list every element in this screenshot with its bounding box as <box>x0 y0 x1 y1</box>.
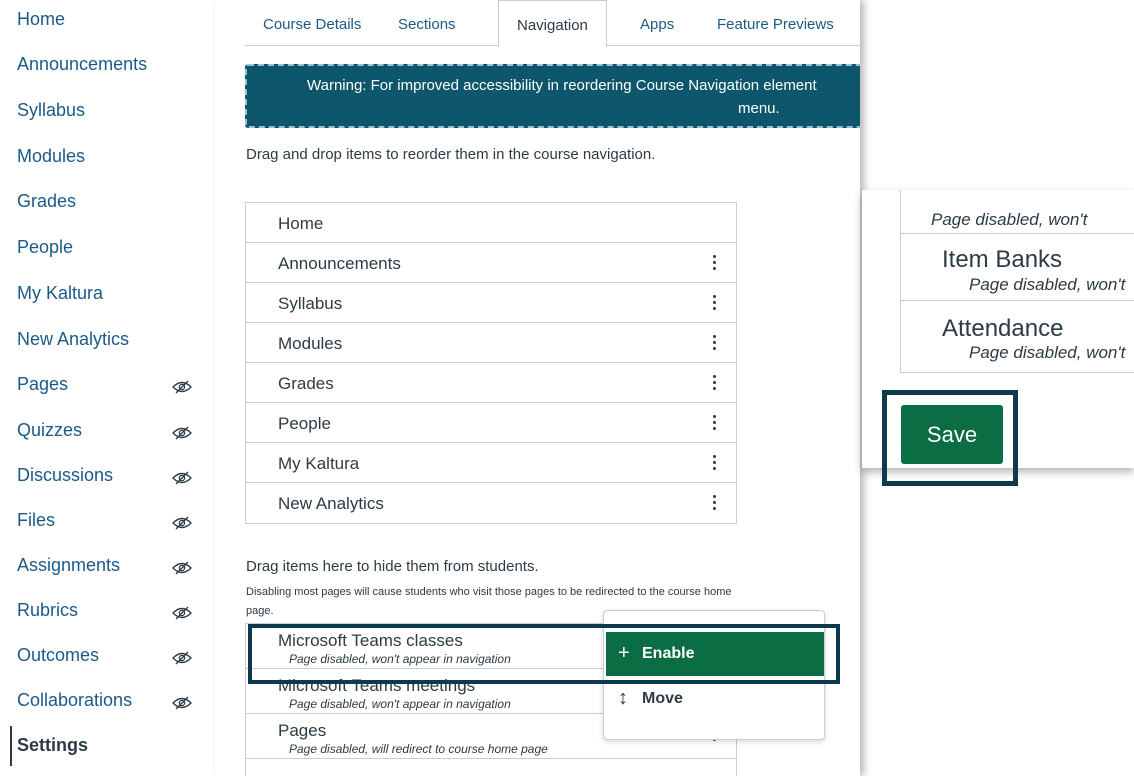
zoomed-row-status: Page disabled, won't <box>969 343 1126 362</box>
nav-item-row[interactable]: People <box>246 403 736 443</box>
nav-item-label: Announcements <box>278 254 401 273</box>
move-label: Move <box>642 690 683 707</box>
zoomed-row[interactable]: Attendance Page disabled, won't <box>900 301 1134 373</box>
course-nav-announcements[interactable]: Announcements <box>17 54 147 75</box>
course-nav-settings[interactable]: Settings <box>17 735 88 756</box>
course-nav-quizzes[interactable]: Quizzes <box>17 420 82 441</box>
eye-slash-icon <box>172 561 192 575</box>
eye-slash-icon <box>172 696 192 710</box>
eye-slash-icon <box>172 471 192 485</box>
course-nav-rubrics[interactable]: Rubrics <box>17 600 78 621</box>
nav-item-label: Modules <box>278 334 343 353</box>
kebab-menu-icon[interactable] <box>708 253 722 273</box>
course-nav-home[interactable]: Home <box>17 9 65 30</box>
kebab-menu-icon[interactable] <box>708 453 722 473</box>
course-nav-discussions[interactable]: Discussions <box>17 465 113 486</box>
tab-course-details[interactable]: Course Details <box>263 16 361 33</box>
nav-item-row[interactable]: Syllabus <box>246 283 736 323</box>
warning-text-line2: menu. <box>738 100 780 117</box>
warning-text-line1: Warning: For improved accessibility in r… <box>307 77 817 94</box>
hidden-item-status: Page disabled, won't appear in navigatio… <box>289 697 511 711</box>
enabled-nav-list: Home Announcements Syllabus Modules Grad… <box>245 202 737 524</box>
nav-item-label: People <box>278 414 331 433</box>
hidden-item-status: Page disabled, will redirect to course h… <box>289 742 548 756</box>
course-nav-new-analytics[interactable]: New Analytics <box>17 329 129 350</box>
course-nav-modules[interactable]: Modules <box>17 146 85 167</box>
course-navigation: Home Announcements Syllabus Modules Grad… <box>0 0 215 776</box>
eye-slash-icon <box>172 426 192 440</box>
nav-item-label: Grades <box>278 374 334 393</box>
course-nav-my-kaltura[interactable]: My Kaltura <box>17 283 103 304</box>
highlight-frame-enable <box>248 624 840 684</box>
nav-item-row[interactable]: Home <box>246 203 736 243</box>
reorder-instructions: Drag and drop items to reorder them in t… <box>246 146 656 163</box>
course-nav-collaborations[interactable]: Collaborations <box>17 690 132 711</box>
nav-item-row[interactable]: Grades <box>246 363 736 403</box>
eye-slash-icon <box>172 516 192 530</box>
course-nav-syllabus[interactable]: Syllabus <box>17 100 85 121</box>
kebab-menu-icon[interactable] <box>708 493 722 513</box>
zoomed-row: Page disabled, won't <box>900 190 1134 234</box>
zoomed-row-status: Page disabled, won't <box>931 210 1088 229</box>
active-indicator <box>10 726 12 766</box>
settings-tabs: Course Details Sections Navigation Apps … <box>245 0 860 47</box>
eye-slash-icon <box>172 606 192 620</box>
kebab-menu-icon[interactable] <box>708 293 722 313</box>
kebab-menu-icon[interactable] <box>708 373 722 393</box>
hidden-items-heading: Drag items here to hide them from studen… <box>246 558 539 575</box>
move-arrows-icon: ↕ <box>618 687 628 709</box>
tab-apps[interactable]: Apps <box>640 16 674 33</box>
course-nav-assignments[interactable]: Assignments <box>17 555 120 576</box>
highlight-frame-save <box>882 390 1018 486</box>
nav-item-label: Syllabus <box>278 294 343 313</box>
nav-item-label: My Kaltura <box>278 454 360 473</box>
warning-banner: Warning: For improved accessibility in r… <box>245 64 860 128</box>
nav-item-row[interactable]: Announcements <box>246 243 736 283</box>
course-nav-files[interactable]: Files <box>17 510 55 531</box>
tab-navigation[interactable]: Navigation <box>498 0 607 47</box>
course-nav-grades[interactable]: Grades <box>17 191 76 212</box>
nav-item-row[interactable]: My Kaltura <box>246 443 736 483</box>
tab-feature-previews[interactable]: Feature Previews <box>717 16 834 33</box>
nav-item-row[interactable]: New Analytics <box>246 483 736 523</box>
course-nav-people[interactable]: People <box>17 237 73 258</box>
zoomed-row[interactable]: Item Banks Page disabled, won't <box>900 234 1134 301</box>
eye-slash-icon <box>172 380 192 394</box>
tab-sections[interactable]: Sections <box>398 16 456 33</box>
kebab-menu-icon[interactable] <box>708 333 722 353</box>
nav-item-label: New Analytics <box>278 494 384 513</box>
nav-item-row[interactable]: Modules <box>246 323 736 363</box>
zoomed-row-status: Page disabled, won't <box>969 275 1126 294</box>
course-nav-outcomes[interactable]: Outcomes <box>17 645 99 666</box>
nav-item-label: Home <box>278 214 324 233</box>
zoomed-row-title: Attendance <box>942 315 1064 342</box>
eye-slash-icon <box>172 651 192 665</box>
kebab-menu-icon[interactable] <box>708 413 722 433</box>
hidden-item-label: Pages <box>278 721 327 740</box>
course-nav-pages[interactable]: Pages <box>17 374 68 395</box>
zoomed-row-title: Item Banks <box>942 246 1063 273</box>
